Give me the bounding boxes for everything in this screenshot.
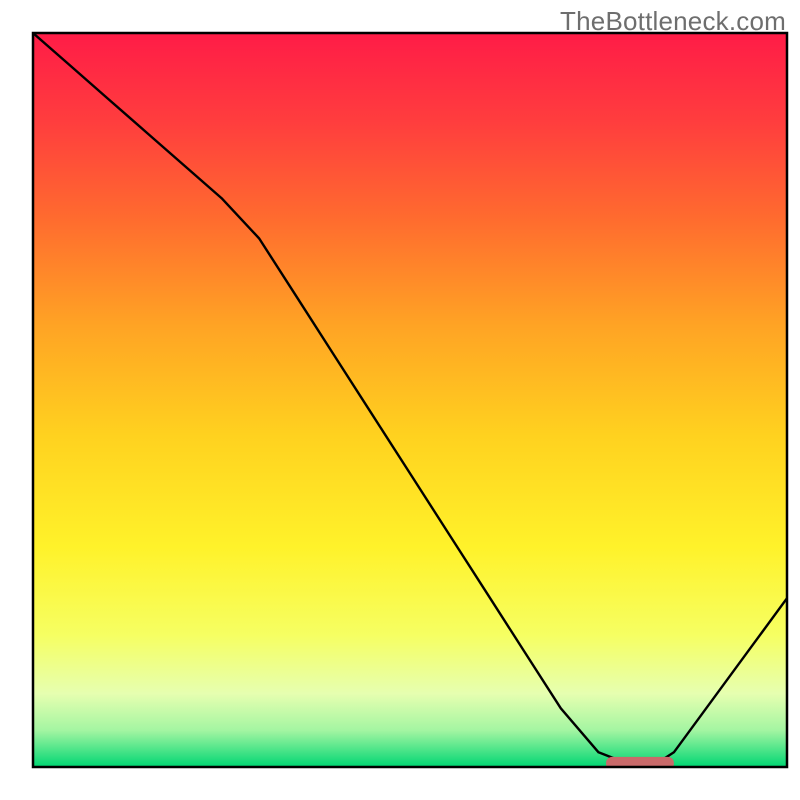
chart-svg	[0, 0, 800, 800]
bottleneck-chart: TheBottleneck.com	[0, 0, 800, 800]
watermark-text: TheBottleneck.com	[560, 6, 786, 37]
plot-background	[33, 33, 787, 767]
